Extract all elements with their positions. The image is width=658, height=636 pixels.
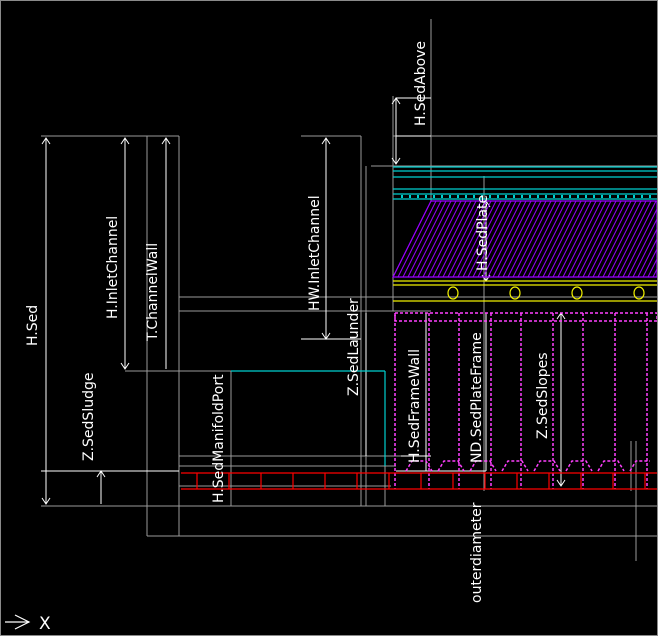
plate-hatch-line xyxy=(557,201,597,277)
plate-hatch-line xyxy=(587,201,627,277)
cyan-dot xyxy=(625,195,627,198)
plate-hatch-line xyxy=(532,201,572,277)
plate-hatch-line xyxy=(617,201,657,277)
cyan-dot xyxy=(417,195,419,198)
cyan-dot xyxy=(609,195,611,198)
cyan-dot-row xyxy=(401,195,651,198)
sed-plate-frames xyxy=(394,312,657,489)
plate-hatch-line xyxy=(612,201,652,277)
cyan-dot xyxy=(465,195,467,198)
plate-hatch-line xyxy=(522,201,562,277)
structure-outline xyxy=(41,19,657,561)
ucs-x-label: X xyxy=(39,614,51,634)
cad-drawing-viewport[interactable]: H.Sed H.InletChannel T.ChannelWall Z.Sed… xyxy=(0,0,658,636)
plate-hatch-line xyxy=(562,201,602,277)
plate-hatch-line xyxy=(437,201,477,277)
plate-hatch-line xyxy=(412,201,452,277)
plate-hatch-line xyxy=(427,201,467,277)
plate-hatch-line xyxy=(432,201,472,277)
cyan-dot xyxy=(513,195,515,198)
label-nd-sed-plate-frame: ND.SedPlateFrame xyxy=(469,332,485,463)
plate-hatch-line xyxy=(607,201,647,277)
label-h-inlet-channel: H.InletChannel xyxy=(105,216,121,319)
plate-hatch-line xyxy=(402,201,442,277)
plate-hatch-line xyxy=(517,201,557,277)
plate-hatch-line xyxy=(572,201,612,277)
ucs-axis-icon xyxy=(5,614,31,630)
cyan-dot xyxy=(505,195,507,198)
plate-hatch-line xyxy=(492,201,532,277)
cyan-dot xyxy=(457,195,459,198)
sed-plate-settlers xyxy=(392,200,657,278)
plate-hatch-line xyxy=(582,201,622,277)
plate-hatch-line xyxy=(592,201,632,277)
cyan-dot xyxy=(601,195,603,198)
cyan-dot xyxy=(537,195,539,198)
plate-hatch-line xyxy=(602,201,642,277)
label-h-sed-above: H.SedAbove xyxy=(413,41,429,126)
sed-manifold-red xyxy=(181,472,657,490)
plate-hatch-line xyxy=(487,201,527,277)
plate-hatch-line xyxy=(502,201,542,277)
plate-hatch-line xyxy=(497,201,537,277)
cyan-dot xyxy=(521,195,523,198)
plate-hatch-line xyxy=(527,201,567,277)
plate-hatch-line xyxy=(397,201,437,277)
label-z-sed-slopes: Z.SedSlopes xyxy=(535,352,551,439)
cyan-dot xyxy=(433,195,435,198)
plate-hatch-line xyxy=(512,201,552,277)
cyan-dot xyxy=(641,195,643,198)
cyan-dot xyxy=(577,195,579,198)
cyan-dot xyxy=(401,195,403,198)
cad-drawing-canvas: H.Sed H.InletChannel T.ChannelWall Z.Sed… xyxy=(5,19,657,634)
cyan-dot xyxy=(529,195,531,198)
label-h-sed-plate: H.SedPlate xyxy=(475,195,491,271)
label-outer-diameter: outerdiameter xyxy=(469,502,485,603)
cyan-dot xyxy=(441,195,443,198)
plate-hatch-line xyxy=(537,201,577,277)
launder-pipes xyxy=(393,280,657,302)
cyan-dot xyxy=(497,195,499,198)
cyan-dot xyxy=(593,195,595,198)
cyan-dot xyxy=(649,195,651,198)
cyan-dot xyxy=(553,195,555,198)
cyan-dot xyxy=(633,195,635,198)
cyan-dot xyxy=(425,195,427,198)
cyan-dot xyxy=(545,195,547,198)
cyan-dot xyxy=(561,195,563,198)
plate-hatch-line xyxy=(507,201,547,277)
label-z-sed-launder: Z.SedLaunder xyxy=(346,298,362,396)
cyan-dot xyxy=(585,195,587,198)
label-hw-inlet-channel: HW.InletChannel xyxy=(307,195,323,311)
plate-hatch-line xyxy=(552,201,592,277)
label-t-channel-wall: T.ChannelWall xyxy=(145,243,161,342)
cyan-dot xyxy=(617,195,619,198)
plate-hatch-line xyxy=(422,201,462,277)
cyan-dot xyxy=(449,195,451,198)
label-h-sed-frame-wall: H.SedFrameWall xyxy=(407,349,423,463)
plate-hatch-line xyxy=(577,201,617,277)
label-h-sed-manifold-port: H.SedManifoldPort xyxy=(211,374,227,503)
plate-hatch-line xyxy=(567,201,607,277)
plate-hatch-line xyxy=(407,201,447,277)
plate-hatch-line xyxy=(597,201,637,277)
top-channel-cyan xyxy=(231,166,657,466)
cyan-dot xyxy=(569,195,571,198)
label-h-sed: H.Sed xyxy=(25,305,41,346)
plate-hatch-line xyxy=(542,201,582,277)
label-z-sed-sludge: Z.SedSludge xyxy=(81,373,97,461)
plate-hatch-line xyxy=(417,201,457,277)
plate-hatch-line xyxy=(547,201,587,277)
cyan-dot xyxy=(409,195,411,198)
